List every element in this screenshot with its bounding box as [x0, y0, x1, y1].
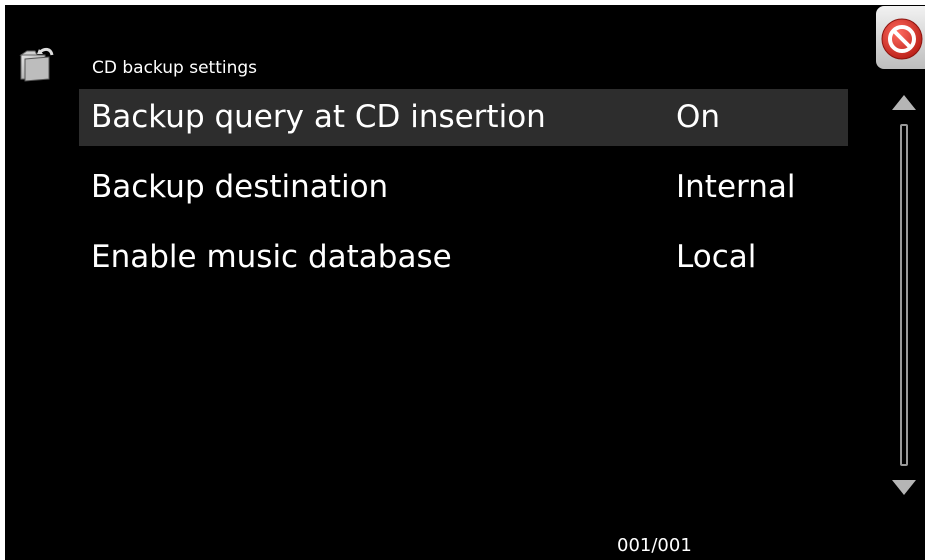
triangle-down-icon	[892, 480, 916, 495]
setting-value: Local	[676, 239, 757, 275]
close-button[interactable]	[876, 6, 925, 69]
setting-row-backup-query[interactable]: Backup query at CD insertion On	[79, 89, 848, 146]
setting-row-backup-destination[interactable]: Backup destination Internal	[79, 159, 848, 216]
setting-value: Internal	[676, 169, 796, 205]
setting-value: On	[676, 99, 721, 135]
triangle-up-icon	[892, 95, 916, 110]
back-folder-icon[interactable]	[19, 43, 55, 83]
no-entry-icon	[881, 18, 923, 60]
settings-list: Backup query at CD insertion On Backup d…	[79, 89, 848, 299]
screen: CD backup settings Backup query at CD in…	[5, 5, 925, 560]
page-title: CD backup settings	[92, 58, 258, 78]
setting-label: Backup query at CD insertion	[91, 99, 546, 135]
page-indicator: 001/001	[617, 535, 692, 556]
scroll-up-button[interactable]	[891, 93, 917, 113]
setting-label: Backup destination	[91, 169, 389, 205]
setting-row-music-database[interactable]: Enable music database Local	[79, 229, 848, 286]
scrollbar-thumb[interactable]	[902, 126, 906, 464]
scroll-down-button[interactable]	[891, 477, 917, 497]
scrollbar-track[interactable]	[900, 124, 908, 466]
setting-label: Enable music database	[91, 239, 452, 275]
